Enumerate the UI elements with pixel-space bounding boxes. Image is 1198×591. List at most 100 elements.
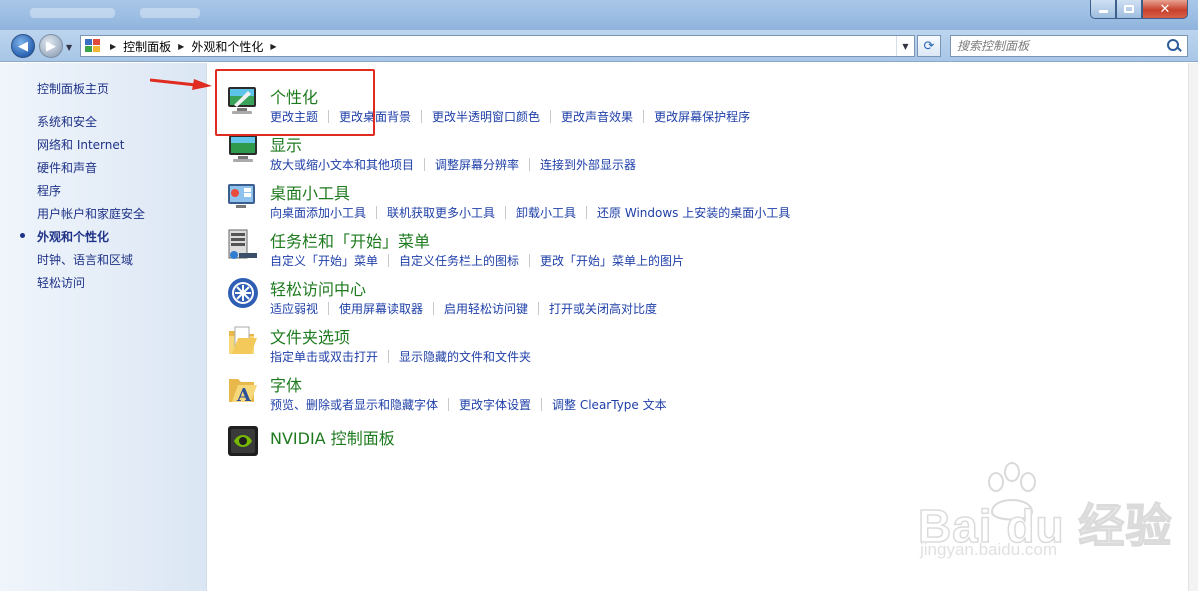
link-change-window-color[interactable]: 更改半透明窗口颜色 [432, 108, 540, 125]
link-screen-reader[interactable]: 使用屏幕读取器 [339, 300, 423, 317]
link-divider [376, 206, 378, 219]
link-customize-taskbar-icons[interactable]: 自定义任务栏上的图标 [399, 252, 519, 269]
chevron-right-icon[interactable]: ▶ [270, 42, 276, 51]
control-panel-icon [85, 39, 103, 53]
gadgets-icon [228, 184, 255, 208]
address-history-dropdown[interactable]: ▼ [896, 36, 914, 56]
nav-item-ease-of-access[interactable]: 轻松访问 [37, 274, 85, 291]
link-divider [421, 110, 423, 123]
link-ease-of-access-keys[interactable]: 启用轻松访问键 [444, 300, 528, 317]
minimize-button[interactable] [1090, 0, 1116, 19]
category-links: 向桌面添加小工具 联机获取更多小工具 卸载小工具 还原 Windows 上安装的… [270, 204, 790, 221]
link-divider [529, 158, 531, 171]
nav-item-programs[interactable]: 程序 [37, 182, 61, 199]
category-links: 放大或缩小文本和其他项目 调整屏幕分辨率 连接到外部显示器 [270, 156, 636, 173]
nav-item-user-accounts[interactable]: 用户帐户和家庭安全 [37, 205, 145, 222]
arrow-left-icon: ◀ [18, 38, 28, 54]
breadcrumb-appearance[interactable]: 外观和个性化 [191, 38, 263, 55]
nav-item-system-security[interactable]: 系统和安全 [37, 113, 97, 130]
search-box[interactable] [950, 35, 1188, 57]
titlebar-blur [30, 8, 115, 18]
maximize-button[interactable] [1116, 0, 1142, 19]
nav-item-clock-language[interactable]: 时钟、语言和区域 [37, 251, 133, 268]
close-button[interactable]: ✕ [1142, 0, 1188, 19]
navigation-bar: ◀ ▶ ▼ ▶ 控制面板 ▶ 外观和个性化 ▶ ▼ ⟳ [0, 30, 1198, 62]
category-title[interactable]: 桌面小工具 [270, 180, 350, 204]
fonts-icon: A [229, 379, 257, 406]
breadcrumb-control-panel[interactable]: 控制面板 [123, 38, 171, 55]
address-bar[interactable]: ▶ 控制面板 ▶ 外观和个性化 ▶ ▼ [80, 35, 915, 57]
link-uninstall-gadget[interactable]: 卸载小工具 [516, 204, 576, 221]
maximize-icon [1124, 5, 1134, 13]
category-title[interactable]: 任务栏和「开始」菜单 [270, 228, 430, 252]
link-divider [538, 302, 540, 315]
nav-item-appearance-current: 外观和个性化 [37, 230, 110, 244]
category-links: 指定单击或双击打开 显示隐藏的文件和文件夹 [270, 348, 531, 365]
back-button[interactable]: ◀ [11, 34, 35, 58]
minimize-icon [1098, 10, 1108, 13]
nav-item-hardware-sound[interactable]: 硬件和声音 [37, 159, 97, 176]
current-page-bullet [20, 233, 25, 238]
baidu-watermark: Bai du 经验 jingyan.baidu.com [917, 460, 1172, 570]
watermark-url: jingyan.baidu.com [920, 540, 1058, 559]
recent-pages-dropdown[interactable]: ▼ [66, 43, 72, 52]
link-restore-gadgets[interactable]: 还原 Windows 上安装的桌面小工具 [597, 204, 790, 221]
link-change-start-picture[interactable]: 更改「开始」菜单上的图片 [540, 252, 684, 269]
nvidia-icon [228, 426, 258, 456]
link-divider [433, 302, 435, 315]
link-cleartype[interactable]: 调整 ClearType 文本 [552, 396, 667, 413]
highlight-box [215, 69, 375, 136]
link-divider [586, 206, 588, 219]
link-add-gadgets[interactable]: 向桌面添加小工具 [270, 204, 366, 221]
nav-item-network-internet[interactable]: 网络和 Internet [37, 136, 124, 153]
folder-options-icon [229, 326, 257, 354]
link-divider [529, 254, 531, 267]
link-change-screensaver[interactable]: 更改屏幕保护程序 [654, 108, 750, 125]
link-low-vision[interactable]: 适应弱视 [270, 300, 318, 317]
refresh-button[interactable]: ⟳ [917, 35, 941, 57]
taskbar-icon [228, 229, 257, 259]
link-preview-fonts[interactable]: 预览、删除或者显示和隐藏字体 [270, 396, 438, 413]
category-title[interactable]: 文件夹选项 [270, 324, 350, 348]
link-change-sounds[interactable]: 更改声音效果 [561, 108, 633, 125]
category-links: 自定义「开始」菜单 自定义任务栏上的图标 更改「开始」菜单上的图片 [270, 252, 684, 269]
link-divider [328, 302, 330, 315]
window-titlebar[interactable]: ✕ [0, 0, 1198, 30]
category-title[interactable]: NVIDIA 控制面板 [270, 425, 395, 449]
link-divider [505, 206, 507, 219]
link-text-size[interactable]: 放大或缩小文本和其他项目 [270, 156, 414, 173]
category-title[interactable]: 字体 [270, 372, 302, 396]
link-customize-start-menu[interactable]: 自定义「开始」菜单 [270, 252, 378, 269]
link-show-hidden-files[interactable]: 显示隐藏的文件和文件夹 [399, 348, 531, 365]
link-divider [388, 254, 390, 267]
link-divider [550, 110, 552, 123]
link-divider [448, 398, 450, 411]
link-get-more-gadgets[interactable]: 联机获取更多小工具 [387, 204, 495, 221]
left-navigation-pane: 控制面板主页 系统和安全 网络和 Internet 硬件和声音 程序 用户帐户和… [0, 63, 207, 591]
red-arrow-annotation [150, 78, 212, 90]
category-title[interactable]: 轻松访问中心 [270, 276, 366, 300]
link-divider [424, 158, 426, 171]
forward-button[interactable]: ▶ [39, 34, 63, 58]
nav-item-control-panel-home[interactable]: 控制面板主页 [37, 80, 109, 97]
link-divider [541, 398, 543, 411]
link-single-double-click[interactable]: 指定单击或双击打开 [270, 348, 378, 365]
display-icon [229, 135, 257, 162]
refresh-icon: ⟳ [923, 38, 935, 54]
category-links: 预览、删除或者显示和隐藏字体 更改字体设置 调整 ClearType 文本 [270, 396, 667, 413]
link-font-settings[interactable]: 更改字体设置 [459, 396, 531, 413]
ease-of-access-icon [228, 278, 258, 308]
link-divider [388, 350, 390, 363]
arrow-right-icon: ▶ [46, 38, 56, 54]
link-divider [643, 110, 645, 123]
vertical-scrollbar[interactable] [1188, 63, 1198, 591]
search-input[interactable] [957, 37, 1165, 55]
category-links: 适应弱视 使用屏幕读取器 启用轻松访问键 打开或关闭高对比度 [270, 300, 657, 317]
titlebar-blur [140, 8, 200, 18]
chevron-right-icon[interactable]: ▶ [110, 42, 116, 51]
link-high-contrast[interactable]: 打开或关闭高对比度 [549, 300, 657, 317]
link-external-display[interactable]: 连接到外部显示器 [540, 156, 636, 173]
chevron-right-icon[interactable]: ▶ [178, 42, 184, 51]
link-screen-resolution[interactable]: 调整屏幕分辨率 [435, 156, 519, 173]
search-icon[interactable] [1165, 37, 1183, 55]
